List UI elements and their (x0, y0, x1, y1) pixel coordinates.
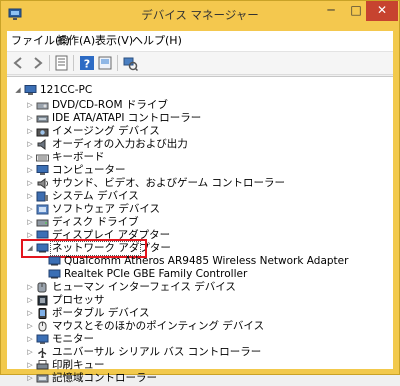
properties-icon[interactable] (54, 55, 70, 71)
toolbar-separator (117, 55, 118, 71)
computer-icon (24, 85, 37, 95)
help-icon[interactable]: ? (79, 55, 95, 71)
menu-help[interactable]: ヘルプ(H) (132, 31, 182, 51)
ide-controller-icon (36, 115, 49, 123)
toolbar: ? (7, 52, 393, 75)
tree-item-storage-controllers[interactable]: ▷ 記憶域コントローラー (7, 371, 387, 386)
monitor-icon (36, 334, 49, 344)
menu-bar: ファイル(F) 操作(A) 表示(V) ヘルプ(H) (7, 31, 393, 52)
tree-root-row[interactable]: ◢ 121CC-PC (7, 83, 387, 98)
menu-action[interactable]: 操作(A) (57, 31, 95, 51)
tree-item-label: 記憶域コントローラー (52, 372, 157, 384)
sound-icon (37, 178, 48, 189)
camera-icon (36, 128, 49, 137)
portable-device-icon (38, 308, 47, 319)
toolbar-separator (49, 55, 50, 71)
mouse-icon (38, 321, 47, 332)
collapse-arrow-icon[interactable]: ◢ (14, 83, 22, 98)
maximize-button[interactable]: □ (344, 1, 368, 21)
keyboard-icon (36, 154, 49, 162)
scan-hardware-icon[interactable] (122, 55, 138, 71)
system-device-icon (36, 191, 48, 202)
show-hidden-icon[interactable] (97, 55, 113, 71)
usb-icon (38, 348, 47, 358)
close-button[interactable]: ✕ (366, 1, 398, 21)
dvd-drive-icon (36, 102, 49, 110)
hid-icon (37, 282, 47, 293)
toolbar-separator (73, 55, 74, 71)
speaker-icon (37, 139, 46, 150)
client-area: ファイル(F) 操作(A) 表示(V) ヘルプ(H) ? ◢ 121CC-PC … (7, 31, 393, 384)
minimize-button[interactable]: ─ (319, 1, 343, 21)
svg-text:?: ? (84, 58, 90, 71)
network-adapter-icon (48, 256, 61, 266)
forward-icon[interactable] (29, 55, 45, 71)
tree-root-label: 121CC-PC (40, 84, 93, 96)
device-manager-window: デバイス マネージャー ─ □ ✕ ファイル(F) 操作(A) 表示(V) ヘル… (0, 0, 400, 384)
expand-arrow-icon[interactable]: ▷ (26, 371, 34, 386)
disk-drive-icon (36, 219, 49, 227)
device-tree[interactable]: ◢ 121CC-PC ▷ DVD/CD-ROM ドライブ ▷ IDE ATA/A… (7, 76, 393, 384)
back-icon[interactable] (11, 55, 27, 71)
software-device-icon (36, 204, 49, 215)
title-bar[interactable]: デバイス マネージャー ─ □ ✕ (1, 1, 399, 31)
network-adapter-icon (48, 269, 61, 279)
printer-icon (36, 360, 49, 370)
computer-icon (36, 165, 49, 175)
processor-icon (37, 295, 48, 306)
menu-view[interactable]: 表示(V) (95, 31, 133, 51)
